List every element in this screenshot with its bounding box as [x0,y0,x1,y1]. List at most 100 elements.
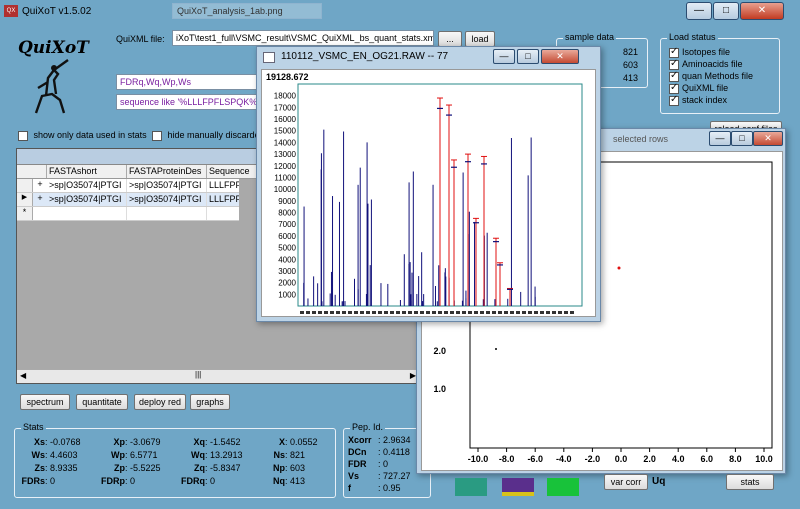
expand-icon[interactable]: + [33,193,47,206]
stat-3-3: Nq: 413 [261,476,305,486]
quantitate-button[interactable]: quantitate [76,394,128,410]
graph-minimize-button[interactable]: — [709,131,731,146]
pep-row: FDR: 0 [348,459,388,469]
browse-button[interactable]: ... [438,31,462,47]
stat-value: : 0 [205,476,216,486]
deploy-red-button[interactable]: deploy red [134,394,186,410]
logo-text: QuiXoT [18,38,89,58]
var-corr-button[interactable]: var corr [604,474,648,490]
load-status-item[interactable]: stack index [669,94,753,107]
cell-sequence[interactable]: LLLFPFLS [207,179,239,192]
load-status-checkbox[interactable] [669,58,679,70]
cell-fastaproteindes[interactable]: >sp|O35074|PTGI [127,193,207,206]
load-status-checkbox[interactable] [669,82,679,94]
stat-key: Nq [273,476,285,486]
load-status-item[interactable]: Aminoacids file [669,58,753,71]
spectrum-close-button[interactable]: ✕ [541,49,579,64]
minimize-button[interactable]: — [686,2,712,20]
close-button[interactable]: ✕ [740,2,784,20]
graph-x-tick: 4.0 [672,454,685,464]
graph-point-red [617,266,621,270]
hide-discarded-checkbox[interactable]: hide manually discarded [152,130,265,141]
scroll-left-arrow[interactable]: ◀ [20,371,26,380]
stat-2-0: Zs: 8.9335 [21,463,77,473]
load-status-title: Load status [667,32,718,42]
stat-key: Xp [113,437,125,447]
stat-value: : 13.2913 [205,450,243,460]
stats-group: Stats Xs: -0.0768 Xp: -3.0679 Xq: -1.5452 X… [14,422,336,498]
cell-sequence[interactable]: LLLFPFLS [207,193,239,206]
spectrum-x-tick [396,311,400,314]
stat-value: : 821 [285,450,306,460]
graph-x-tick: -10.0 [468,454,489,464]
stats-button[interactable]: stats [726,474,774,490]
cell-fastashort[interactable]: >sp|O35074|PTGI [47,193,127,206]
spectrum-x-tick [420,311,424,314]
spectrum-window-title: 110112_VSMC_EN_OG21.RAW -- 77 [281,51,449,62]
spectrum-y-tick: 6000 [278,232,296,241]
stat-value: : 0.0552 [285,437,318,447]
spectrum-x-tick [354,311,358,314]
spectrum-x-tick [402,311,406,314]
only-used-box[interactable] [18,130,28,141]
spectrum-y-tick: 3000 [278,267,296,276]
load-status-checkbox[interactable] [669,46,679,58]
spectrum-window-icon [263,52,275,63]
graph-maximize-button[interactable]: □ [731,131,753,146]
load-button[interactable]: load [465,31,495,47]
cell-fastashort[interactable]: >sp|O35074|PTGI [47,179,127,192]
spectrum-plot: 19128.672 18000 17000 16000 15000 14000 13000 1… [266,72,583,314]
graph-y-tick: 1.0 [433,384,446,394]
sequence-filter-input[interactable]: sequence like '%LLLFPFLSPQK%' [116,94,266,110]
graphs-button[interactable]: graphs [190,394,230,410]
grid-horizontal-scrollbar[interactable]: ◀ ||| ▶ [17,369,419,383]
cell-fastaproteindes[interactable]: >sp|O35074|PTGI [127,179,207,192]
spectrum-button[interactable]: spectrum [20,394,70,410]
graph-x-tick: 6.0 [701,454,714,464]
app-logo: QuiXoT [18,38,89,120]
hide-discarded-box[interactable] [152,130,162,141]
column-header-fastashort[interactable]: FASTAshort [47,165,127,178]
stat-value: : 4.4603 [45,450,78,460]
load-status-group: Load status Isotopes file Aminoacids file… [660,32,780,114]
graph-x-tick: -8.0 [499,454,515,464]
spectrum-y-tick: 13000 [274,150,297,159]
fields-filter-input[interactable]: FDRq,Wq,Wp,Ws [116,74,266,90]
spectrum-minimize-button[interactable]: — [493,49,515,64]
stat-value: : 0 [45,476,56,486]
file-path-input[interactable]: iXoT\test1_full\VSMC_result\VSMC_QuiXML_… [172,30,434,46]
sample-data-title: sample data [563,32,617,42]
spectrum-y-tick: 1000 [278,290,296,299]
stat-key: FDRs [21,476,45,486]
stat-2-1: Zp: -5.5225 [101,463,161,473]
maximize-button[interactable]: □ [713,2,739,20]
stat-key: Ns [273,450,285,460]
only-used-checkbox[interactable]: show only data used in stats [18,130,147,141]
graph-close-button[interactable]: ✕ [753,131,783,146]
file-label: QuiXML file: [116,34,165,44]
sample-ns-value: 821 [623,47,639,57]
expand-icon[interactable]: + [33,179,47,192]
scroll-thumb-grip[interactable]: ||| [195,370,201,379]
stat-2-2: Zq: -5.8347 [181,463,241,473]
spectrum-y-tick: 18000 [274,92,297,101]
column-header-fastaproteindes[interactable]: FASTAProteinDes [127,165,207,178]
spectrum-x-tick [426,311,430,314]
table-row[interactable]: ▶ + >sp|O35074|PTGI >sp|O35074|PTGI LLLF… [17,193,239,207]
spectrum-x-tick [438,311,442,314]
load-status-checkbox[interactable] [669,94,679,106]
spectrum-window[interactable]: 110112_VSMC_EN_OG21.RAW -- 77 — □ ✕ 1912… [256,46,601,322]
table-row[interactable]: + >sp|O35074|PTGI >sp|O35074|PTGI LLLFPF… [17,179,239,193]
spectrum-max-label: 19128.672 [266,72,309,82]
load-status-checkbox[interactable] [669,70,679,82]
load-status-item[interactable]: Isotopes file [669,46,753,59]
load-status-item[interactable]: QuiXML file [669,82,753,95]
load-status-item[interactable]: quan Methods file [669,70,753,83]
spectrum-maximize-button[interactable]: □ [517,49,539,64]
swatch-teal [455,478,487,496]
table-row-new[interactable]: * [17,207,239,221]
only-used-label: show only data used in stats [33,130,147,140]
stat-0-1: Xp: -3.0679 [101,437,160,447]
pep-key: FDR [348,459,367,469]
stat-0-3: X: 0.0552 [261,437,318,447]
